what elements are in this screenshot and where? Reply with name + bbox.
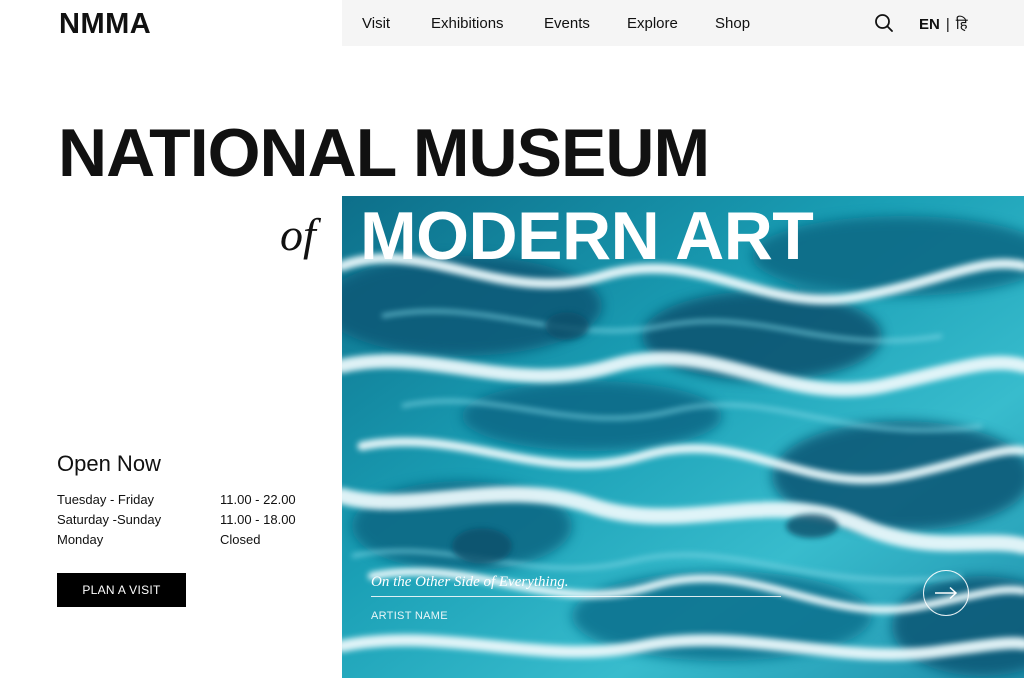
language-switcher: EN | हि [919,14,968,34]
artist-name: ARTIST NAME [371,610,448,622]
plan-visit-button[interactable]: PLAN A VISIT [57,573,186,607]
site-logo[interactable]: NMMA [59,8,151,41]
hours-time: 11.00 - 22.00 [220,492,296,507]
artwork-caption: On the Other Side of Everything. [371,574,569,590]
hours-day: Saturday -Sunday [57,512,162,527]
opening-status-heading: Open Now [57,451,161,476]
hours-time: Closed [220,532,261,547]
nav-item-visit[interactable]: Visit [362,15,390,32]
page-title-line-2: MODERN ART [360,198,814,274]
hours-day: Tuesday - Friday [57,492,155,507]
hours-day: Monday [57,532,104,547]
page-title-of: of [280,209,316,260]
language-separator: | [945,16,950,33]
language-en[interactable]: EN [919,16,940,33]
nav-item-shop[interactable]: Shop [715,15,750,32]
nav-item-events[interactable]: Events [544,15,590,32]
page-title-line-1: NATIONAL MUSEUM [58,115,710,191]
hero-artwork: MODERN ART On the Other Side of Everythi… [342,196,1024,678]
nav-item-explore[interactable]: Explore [627,15,678,32]
hours-time: 11.00 - 18.00 [220,512,296,527]
nav-item-exhibitions[interactable]: Exhibitions [431,15,504,32]
language-hindi[interactable]: हि [956,16,968,33]
search-icon[interactable] [874,13,894,33]
caption-divider [371,596,781,597]
next-slide-button[interactable] [923,570,969,616]
